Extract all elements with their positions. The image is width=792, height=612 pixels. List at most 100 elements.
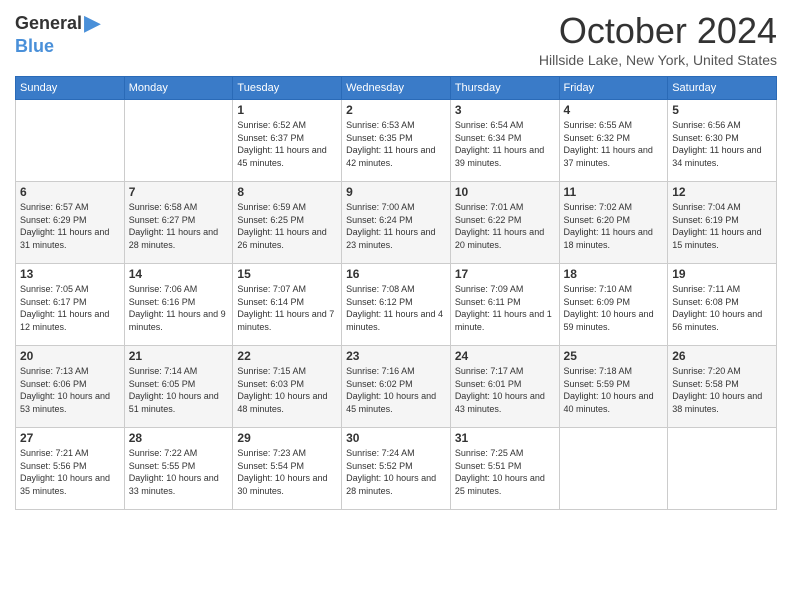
day-number: 23 <box>346 349 446 363</box>
day-number: 24 <box>455 349 555 363</box>
day-info: Sunrise: 7:08 AM Sunset: 6:12 PM Dayligh… <box>346 283 446 333</box>
table-row: 1Sunrise: 6:52 AM Sunset: 6:37 PM Daylig… <box>233 100 342 182</box>
table-row: 24 Sunrise: 7:17 AM Sunset: 6:01 PM Dayli… <box>450 346 559 428</box>
table-row: 23Sunrise: 7:16 AM Sunset: 6:02 PM Dayli… <box>342 346 451 428</box>
col-wednesday: Wednesday <box>342 77 451 100</box>
table-row: 27 Sunrise: 7:21 AM Sunset: 5:56 PM Dayli… <box>16 428 125 510</box>
table-row: 7 Sunrise: 6:58 AM Sunset: 6:27 PM Daylig… <box>124 182 233 264</box>
table-row <box>559 428 668 510</box>
table-row: 28 Sunrise: 7:22 AM Sunset: 5:55 PM Dayli… <box>124 428 233 510</box>
day-info: Sunrise: 7:22 AM Sunset: 5:55 PM Dayligh… <box>129 447 229 497</box>
day-number: 25 <box>564 349 664 363</box>
calendar-week-4: 20 Sunrise: 7:13 AM Sunset: 6:06 PM Dayli… <box>16 346 777 428</box>
day-number: 4 <box>564 103 664 117</box>
day-number: 27 <box>20 431 120 445</box>
calendar-header-row: Sunday Monday Tuesday Wednesday Thursday… <box>16 77 777 100</box>
table-row: 10Sunrise: 7:01 AM Sunset: 6:22 PM Dayli… <box>450 182 559 264</box>
table-row: 30 Sunrise: 7:24 AM Sunset: 5:52 PM Dayli… <box>342 428 451 510</box>
table-row: 14Sunrise: 7:06 AM Sunset: 6:16 PM Dayli… <box>124 264 233 346</box>
calendar-table: Sunday Monday Tuesday Wednesday Thursday… <box>15 76 777 510</box>
day-info: Sunrise: 7:07 AM Sunset: 6:14 PM Dayligh… <box>237 283 337 333</box>
table-row: 20 Sunrise: 7:13 AM Sunset: 6:06 PM Dayli… <box>16 346 125 428</box>
day-number: 6 <box>20 185 120 199</box>
logo: General ▶ Blue <box>15 10 101 57</box>
table-row: 31 Sunrise: 7:25 AM Sunset: 5:51 PM Dayli… <box>450 428 559 510</box>
col-friday: Friday <box>559 77 668 100</box>
day-info: Sunrise: 7:24 AM Sunset: 5:52 PM Dayligh… <box>346 447 446 497</box>
day-number: 7 <box>129 185 229 199</box>
day-number: 20 <box>20 349 120 363</box>
day-number: 17 <box>455 267 555 281</box>
table-row: 8 Sunrise: 6:59 AM Sunset: 6:25 PM Daylig… <box>233 182 342 264</box>
day-number: 14 <box>129 267 229 281</box>
day-number: 2 <box>346 103 446 117</box>
table-row: 15 Sunrise: 7:07 AM Sunset: 6:14 PM Dayli… <box>233 264 342 346</box>
day-number: 15 <box>237 267 337 281</box>
day-info: Sunrise: 7:13 AM Sunset: 6:06 PM Dayligh… <box>20 365 120 415</box>
calendar-week-3: 13 Sunrise: 7:05 AM Sunset: 6:17 PM Dayli… <box>16 264 777 346</box>
day-info: Sunrise: 7:25 AM Sunset: 5:51 PM Dayligh… <box>455 447 555 497</box>
table-row <box>668 428 777 510</box>
day-number: 3 <box>455 103 555 117</box>
day-info: Sunrise: 7:01 AM Sunset: 6:22 PM Dayligh… <box>455 201 555 251</box>
col-monday: Monday <box>124 77 233 100</box>
title-section: October 2024 Hillside Lake, New York, Un… <box>539 10 777 68</box>
day-number: 21 <box>129 349 229 363</box>
day-info: Sunrise: 6:54 AM Sunset: 6:34 PM Dayligh… <box>455 119 555 169</box>
logo-general-text: General <box>15 13 82 34</box>
day-info: Sunrise: 7:11 AM Sunset: 6:08 PM Dayligh… <box>672 283 772 333</box>
table-row: 4Sunrise: 6:55 AM Sunset: 6:32 PM Daylig… <box>559 100 668 182</box>
day-number: 22 <box>237 349 337 363</box>
table-row: 13 Sunrise: 7:05 AM Sunset: 6:17 PM Dayli… <box>16 264 125 346</box>
table-row: 6 Sunrise: 6:57 AM Sunset: 6:29 PM Daylig… <box>16 182 125 264</box>
day-info: Sunrise: 6:59 AM Sunset: 6:25 PM Dayligh… <box>237 201 337 251</box>
day-number: 31 <box>455 431 555 445</box>
col-sunday: Sunday <box>16 77 125 100</box>
day-info: Sunrise: 6:57 AM Sunset: 6:29 PM Dayligh… <box>20 201 120 251</box>
day-info: Sunrise: 7:15 AM Sunset: 6:03 PM Dayligh… <box>237 365 337 415</box>
day-number: 11 <box>564 185 664 199</box>
day-info: Sunrise: 7:18 AM Sunset: 5:59 PM Dayligh… <box>564 365 664 415</box>
day-info: Sunrise: 6:53 AM Sunset: 6:35 PM Dayligh… <box>346 119 446 169</box>
location-text: Hillside Lake, New York, United States <box>539 52 777 68</box>
day-info: Sunrise: 7:20 AM Sunset: 5:58 PM Dayligh… <box>672 365 772 415</box>
table-row: 19 Sunrise: 7:11 AM Sunset: 6:08 PM Dayli… <box>668 264 777 346</box>
col-thursday: Thursday <box>450 77 559 100</box>
table-row <box>124 100 233 182</box>
logo-blue-text: Blue <box>15 36 54 57</box>
day-number: 5 <box>672 103 772 117</box>
calendar-week-1: 1Sunrise: 6:52 AM Sunset: 6:37 PM Daylig… <box>16 100 777 182</box>
col-tuesday: Tuesday <box>233 77 342 100</box>
table-row: 9Sunrise: 7:00 AM Sunset: 6:24 PM Daylig… <box>342 182 451 264</box>
day-info: Sunrise: 7:10 AM Sunset: 6:09 PM Dayligh… <box>564 283 664 333</box>
month-title: October 2024 <box>539 10 777 52</box>
day-info: Sunrise: 6:56 AM Sunset: 6:30 PM Dayligh… <box>672 119 772 169</box>
day-number: 19 <box>672 267 772 281</box>
table-row: 5 Sunrise: 6:56 AM Sunset: 6:30 PM Daylig… <box>668 100 777 182</box>
calendar-week-5: 27 Sunrise: 7:21 AM Sunset: 5:56 PM Dayli… <box>16 428 777 510</box>
day-number: 30 <box>346 431 446 445</box>
table-row: 22 Sunrise: 7:15 AM Sunset: 6:03 PM Dayli… <box>233 346 342 428</box>
page-container: General ▶ Blue October 2024 Hillside Lak… <box>0 0 792 612</box>
day-number: 29 <box>237 431 337 445</box>
day-number: 13 <box>20 267 120 281</box>
table-row: 21Sunrise: 7:14 AM Sunset: 6:05 PM Dayli… <box>124 346 233 428</box>
day-info: Sunrise: 7:23 AM Sunset: 5:54 PM Dayligh… <box>237 447 337 497</box>
day-number: 8 <box>237 185 337 199</box>
calendar-week-2: 6 Sunrise: 6:57 AM Sunset: 6:29 PM Daylig… <box>16 182 777 264</box>
col-saturday: Saturday <box>668 77 777 100</box>
day-number: 18 <box>564 267 664 281</box>
day-info: Sunrise: 6:58 AM Sunset: 6:27 PM Dayligh… <box>129 201 229 251</box>
table-row <box>16 100 125 182</box>
day-info: Sunrise: 7:02 AM Sunset: 6:20 PM Dayligh… <box>564 201 664 251</box>
day-info: Sunrise: 7:17 AM Sunset: 6:01 PM Dayligh… <box>455 365 555 415</box>
table-row: 29 Sunrise: 7:23 AM Sunset: 5:54 PM Dayli… <box>233 428 342 510</box>
day-number: 1 <box>237 103 337 117</box>
header: General ▶ Blue October 2024 Hillside Lak… <box>15 10 777 68</box>
day-info: Sunrise: 7:05 AM Sunset: 6:17 PM Dayligh… <box>20 283 120 333</box>
day-number: 28 <box>129 431 229 445</box>
day-info: Sunrise: 7:21 AM Sunset: 5:56 PM Dayligh… <box>20 447 120 497</box>
table-row: 16Sunrise: 7:08 AM Sunset: 6:12 PM Dayli… <box>342 264 451 346</box>
day-number: 9 <box>346 185 446 199</box>
table-row: 26Sunrise: 7:20 AM Sunset: 5:58 PM Dayli… <box>668 346 777 428</box>
